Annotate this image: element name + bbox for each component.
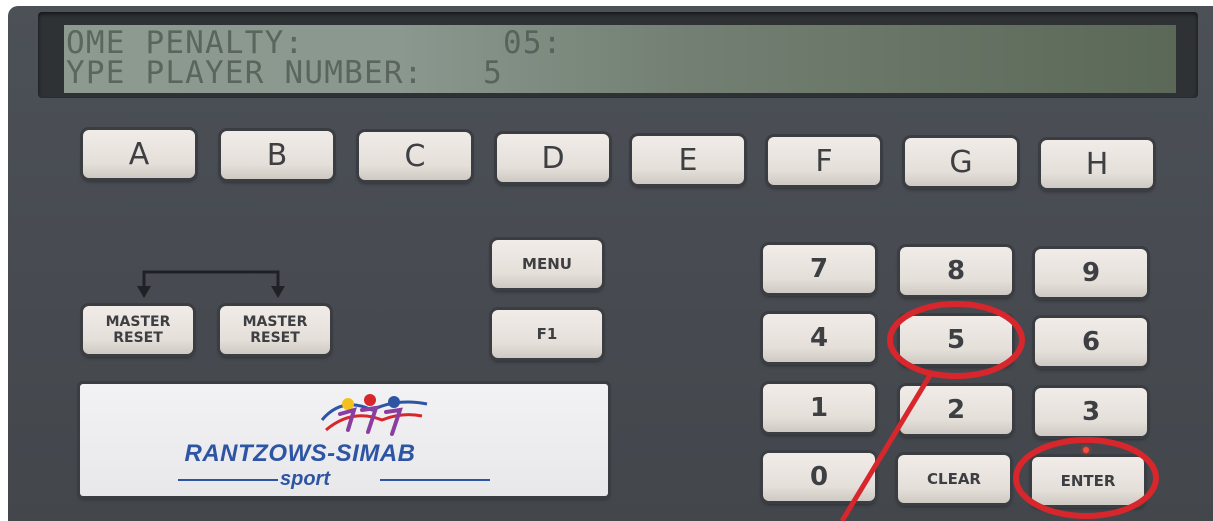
master-reset-label-line2: RESET [250,330,300,346]
key-b[interactable]: B [221,131,333,179]
lcd-display: OME PENALTY: 05: YPE PLAYER NUMBER: 5 [64,25,1176,93]
master-reset-button-right[interactable]: MASTER RESET [220,306,330,354]
key-f[interactable]: F [768,137,880,185]
key-9[interactable]: 9 [1035,249,1147,297]
key-5[interactable]: 5 [900,316,1012,364]
logo-rule-right [380,479,490,481]
enter-button[interactable]: ENTER [1032,457,1144,505]
key-8[interactable]: 8 [900,247,1012,295]
lcd-line-player-number: YPE PLAYER NUMBER: 5 [66,55,503,91]
key-d[interactable]: D [497,134,609,182]
key-a[interactable]: A [83,130,195,178]
master-reset-button-left[interactable]: MASTER RESET [83,306,193,354]
brand-subtitle: sport [280,468,330,490]
key-1[interactable]: 1 [763,384,875,432]
f1-button[interactable]: F1 [492,310,602,358]
key-4[interactable]: 4 [763,314,875,362]
enter-indicator-led [1083,447,1089,453]
master-reset-label-line1: MASTER [105,314,171,330]
brand-name: RANTZOWS-SIMAB [184,440,416,467]
master-reset-label-line2: RESET [113,330,163,346]
key-3[interactable]: 3 [1035,388,1147,436]
runners-logo-icon [320,394,428,436]
swap-arrow-icon [137,270,285,298]
key-6[interactable]: 6 [1035,318,1147,366]
brand-logo: RANTZOWS-SIMAB sport [80,384,608,496]
key-h[interactable]: H [1041,140,1153,188]
key-2[interactable]: 2 [900,386,1012,434]
menu-button[interactable]: MENU [492,240,602,288]
clear-button[interactable]: CLEAR [898,455,1010,503]
master-reset-label-line1: MASTER [242,314,308,330]
key-e[interactable]: E [632,136,744,184]
key-7[interactable]: 7 [763,245,875,293]
key-c[interactable]: C [359,132,471,180]
key-0[interactable]: 0 [763,453,875,501]
key-g[interactable]: G [905,138,1017,186]
